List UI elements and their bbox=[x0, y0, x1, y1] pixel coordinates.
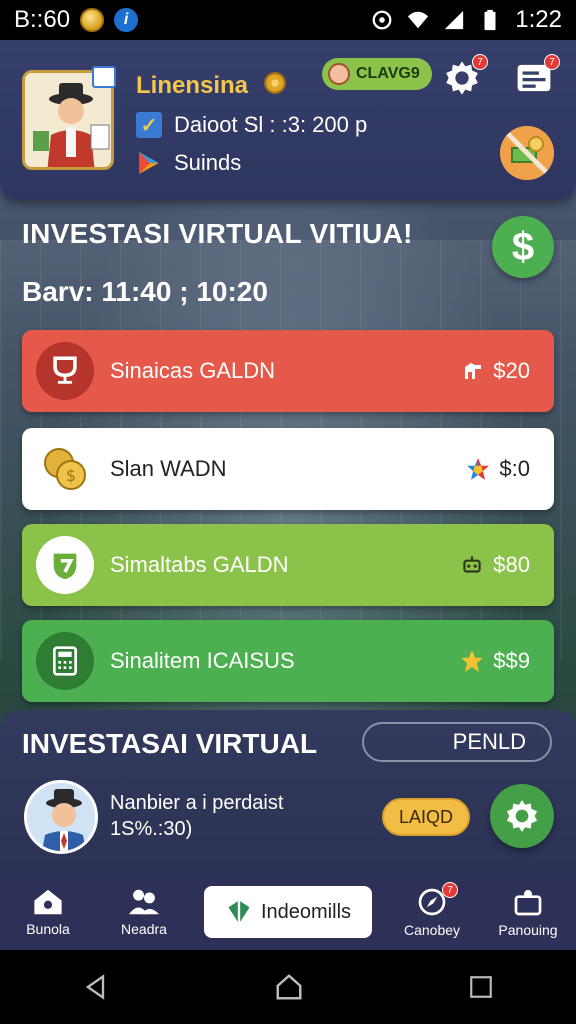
panel-line-1: Nanbier a i perdaist bbox=[110, 792, 284, 814]
card-label: Sinalitem ICAISUS bbox=[110, 648, 295, 673]
card-label: Sinaicas GALDN bbox=[110, 358, 276, 383]
investment-card[interactable]: Sinaicas GALDN $20 bbox=[22, 330, 554, 412]
investment-card[interactable]: $ Slan WADN $:0 bbox=[22, 428, 554, 510]
dollar-button[interactable]: $ bbox=[492, 216, 554, 278]
section-title: INVESTASI VIRTUAL VITIUA! bbox=[22, 218, 413, 249]
status-left-text: B::60 bbox=[14, 6, 71, 33]
horse-icon bbox=[465, 363, 482, 379]
info-text: Daioot Sl : :3: 200 p bbox=[174, 112, 368, 137]
card-label: Slan WADN bbox=[110, 456, 227, 481]
battery-icon bbox=[484, 9, 496, 31]
pending-button[interactable]: PENLD bbox=[362, 722, 552, 762]
load-button[interactable]: LAIQD bbox=[382, 798, 470, 836]
user-tag-pill[interactable]: CLAVG9 bbox=[322, 58, 432, 90]
robot-icon bbox=[463, 556, 481, 573]
app-screen: Linensina CLAVG9 7 7 ✓ Daioot Sl::3: 2… bbox=[0, 40, 576, 950]
leaf-shield-icon bbox=[36, 536, 94, 594]
coins-icon: $ bbox=[36, 440, 94, 498]
card-value: $:0 bbox=[499, 456, 530, 481]
investment-panel: INVESTASAI VIRTUAL PENLD Nanbier a i per… bbox=[0, 710, 576, 874]
coin-icon bbox=[80, 8, 105, 32]
nav-label: Indeomills bbox=[260, 900, 352, 923]
wifi-icon bbox=[408, 11, 429, 29]
svg-text:$: $ bbox=[66, 466, 76, 485]
nav-label: Neadra bbox=[121, 921, 167, 937]
nav-label: Bunola bbox=[26, 921, 70, 937]
nav-badge: 7 bbox=[442, 882, 458, 898]
settings-button[interactable]: 7 bbox=[438, 54, 488, 102]
investment-card[interactable]: Simaltabs GALDN $80 bbox=[22, 524, 554, 606]
investment-card[interactable]: Sinalitem ICAISUS $$9 bbox=[22, 620, 554, 702]
back-icon[interactable] bbox=[82, 972, 110, 1002]
bottom-nav: Bunola Neadra Indeomills 7 Canobey Panou… bbox=[0, 874, 576, 950]
status-time: 1:22 bbox=[515, 6, 562, 33]
advisor-illustration bbox=[27, 783, 95, 851]
people-icon bbox=[129, 889, 159, 915]
gear-icon bbox=[506, 800, 538, 832]
timer-text: Barv: 11:40 ; 10:20 bbox=[22, 276, 268, 307]
nav-item-center[interactable]: Indeomills bbox=[204, 886, 372, 938]
messages-button[interactable]: 7 bbox=[510, 54, 560, 102]
no-money-button[interactable] bbox=[500, 126, 554, 180]
gold-gear-icon bbox=[264, 72, 286, 94]
nav-item-home[interactable]: Bunola bbox=[0, 874, 96, 950]
nav-label: Panouing bbox=[498, 922, 558, 938]
nav-item-profile[interactable]: Panouing bbox=[480, 874, 576, 950]
card-label: Simaltabs GALDN bbox=[110, 552, 289, 577]
dollar-icon: $ bbox=[511, 224, 535, 269]
card-value: $80 bbox=[493, 552, 530, 577]
calculator-icon bbox=[36, 632, 94, 690]
user-tag-label: CLAVG9 bbox=[356, 65, 420, 82]
signal-icon bbox=[445, 10, 464, 30]
leaf-icon bbox=[228, 900, 250, 924]
panel-description: Nanbier a i perdaist 1S%.:30) bbox=[110, 790, 283, 842]
panel-settings-button[interactable] bbox=[490, 784, 554, 848]
profile-icon bbox=[514, 890, 542, 916]
status-bar: B::60 i 1:22 bbox=[0, 0, 576, 40]
info-icon: i bbox=[114, 8, 139, 32]
card-value: $$9 bbox=[493, 648, 530, 673]
system-nav-bar bbox=[0, 950, 576, 1024]
nav-item-people[interactable]: Neadra bbox=[96, 874, 192, 950]
username: Linensina bbox=[136, 72, 249, 99]
nav-item-compass[interactable]: 7 Canobey bbox=[384, 874, 480, 950]
calendar-icon bbox=[92, 66, 116, 88]
recents-icon[interactable] bbox=[468, 974, 494, 1000]
star-icon bbox=[461, 650, 484, 672]
alarm-icon bbox=[372, 10, 392, 30]
nav-label: Canobey bbox=[403, 922, 461, 938]
checkbox[interactable]: ✓ bbox=[136, 112, 162, 138]
sounds-row[interactable]: Suinds bbox=[136, 150, 241, 176]
star-multicolor-icon bbox=[467, 458, 490, 480]
info-row: ✓ Daioot Sl : :3: 200 p bbox=[136, 112, 367, 138]
card-value: $20 bbox=[493, 358, 530, 383]
sounds-label: Suinds bbox=[174, 150, 242, 175]
messages-badge: 7 bbox=[544, 54, 560, 70]
profile-header: Linensina CLAVG9 7 7 ✓ Daioot Sl::3: 2… bbox=[0, 40, 576, 200]
no-cash-icon bbox=[500, 126, 554, 180]
panel-title: INVESTASAI VIRTUAL bbox=[22, 728, 318, 759]
panel-line-2: 1S%.:30) bbox=[110, 818, 193, 840]
play-store-icon bbox=[139, 152, 159, 174]
settings-badge: 7 bbox=[472, 54, 488, 70]
trophy-icon bbox=[36, 342, 94, 400]
home-icon bbox=[34, 889, 62, 915]
face-icon bbox=[328, 63, 350, 85]
advisor-avatar[interactable] bbox=[24, 780, 98, 854]
home-system-icon[interactable] bbox=[274, 972, 304, 1002]
